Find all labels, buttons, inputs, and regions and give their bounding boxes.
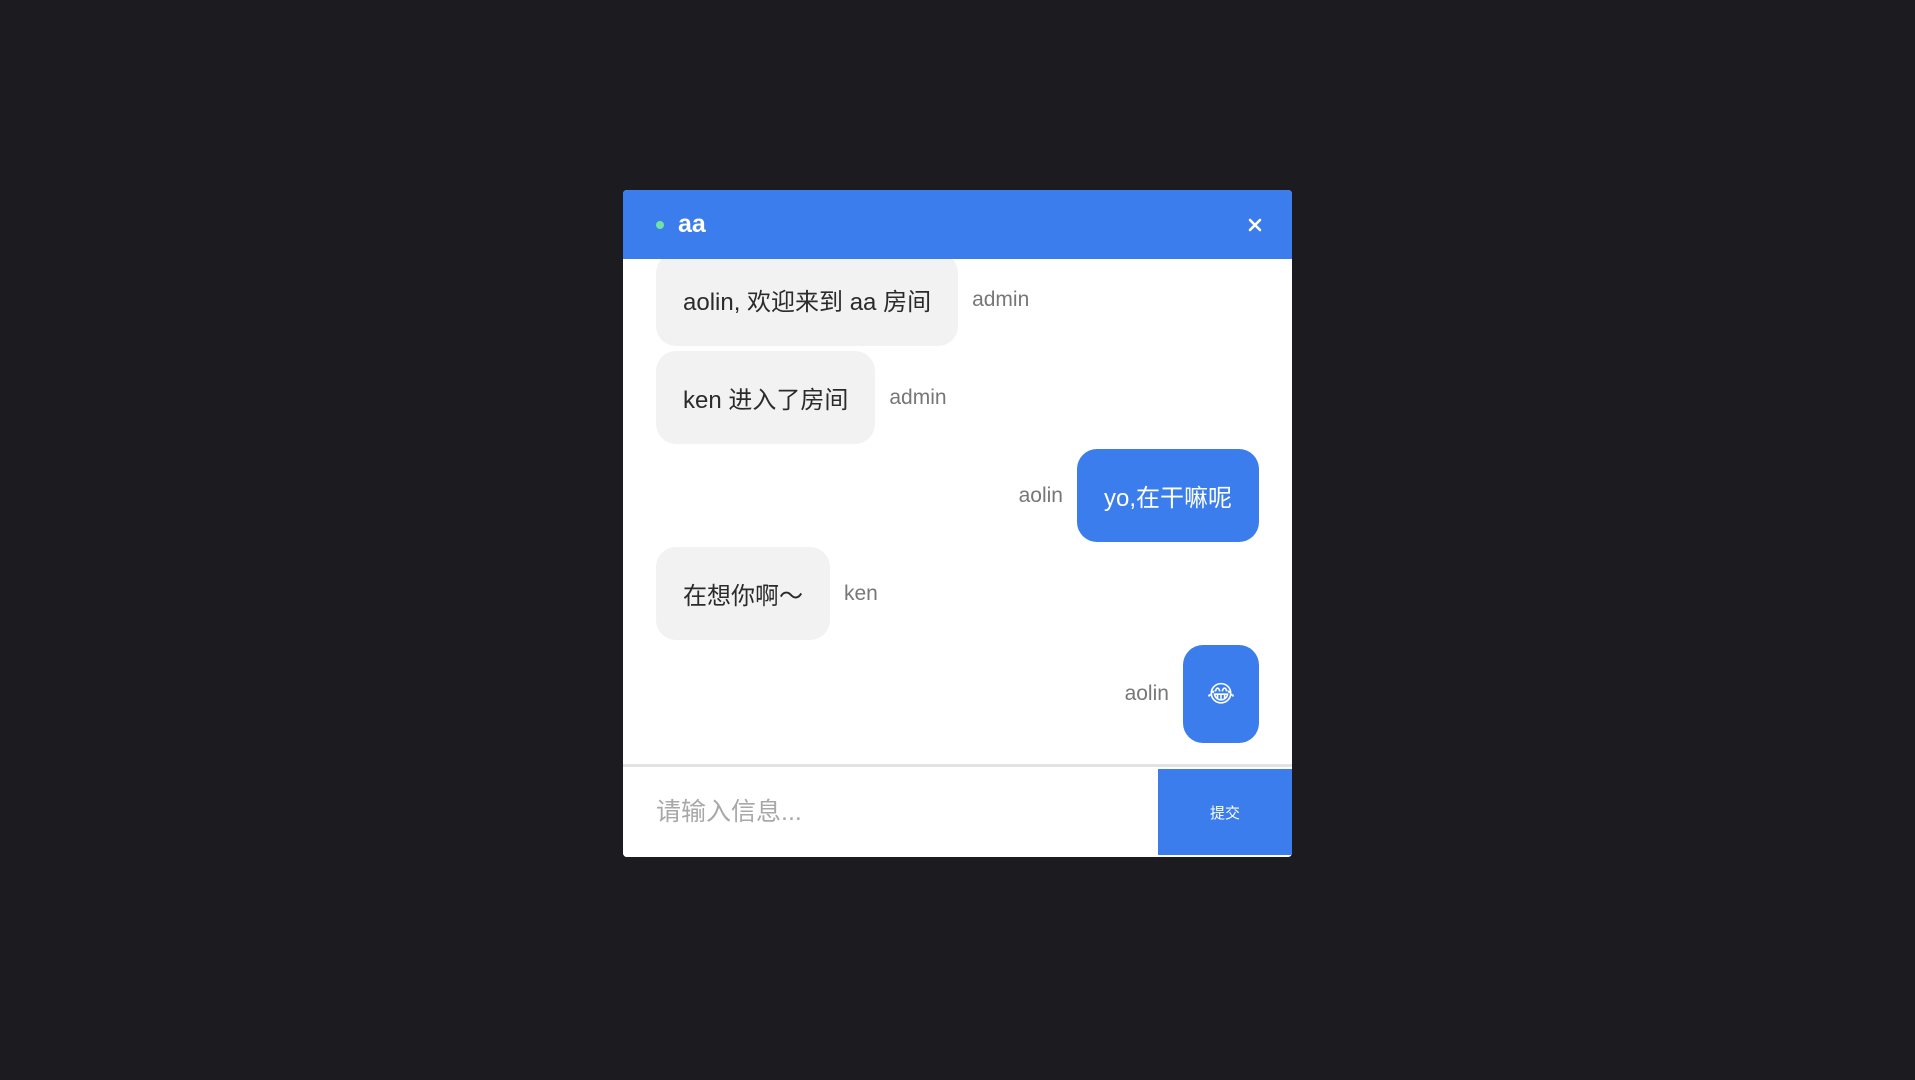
- message-list[interactable]: aolin, 欢迎来到 aa 房间 admin ken 进入了房间 admin …: [623, 259, 1292, 764]
- close-icon[interactable]: [1244, 214, 1266, 236]
- message-bubble: 😂: [1182, 645, 1259, 743]
- chat-header: aa: [623, 190, 1292, 259]
- message-sender: aolin: [1124, 682, 1169, 705]
- submit-button[interactable]: 提交: [1158, 769, 1292, 855]
- online-status-dot: [656, 220, 664, 229]
- message-input[interactable]: [623, 767, 1158, 857]
- message-row: 在想你啊～ ken: [656, 547, 1259, 640]
- message-row: aolin, 欢迎来到 aa 房间 admin: [656, 259, 1259, 346]
- room-title: aa: [678, 210, 706, 238]
- message-row: 😂 aolin: [656, 645, 1259, 743]
- input-bar: 提交: [623, 764, 1292, 857]
- message-bubble: aolin, 欢迎来到 aa 房间: [656, 259, 959, 346]
- message-bubble: 在想你啊～: [656, 547, 830, 640]
- message-sender: admin: [889, 385, 947, 409]
- message-row: ken 进入了房间 admin: [656, 351, 1259, 444]
- chat-window: aa aolin, 欢迎来到 aa 房间 admin ken 进入了房间 adm…: [623, 190, 1292, 857]
- message-sender: ken: [844, 581, 878, 605]
- message-bubble: ken 进入了房间: [656, 351, 876, 444]
- message-row: yo,在干嘛呢 aolin: [656, 449, 1259, 542]
- message-sender: aolin: [1018, 483, 1063, 507]
- message-sender: admin: [972, 287, 1030, 311]
- message-bubble: yo,在干嘛呢: [1076, 449, 1259, 542]
